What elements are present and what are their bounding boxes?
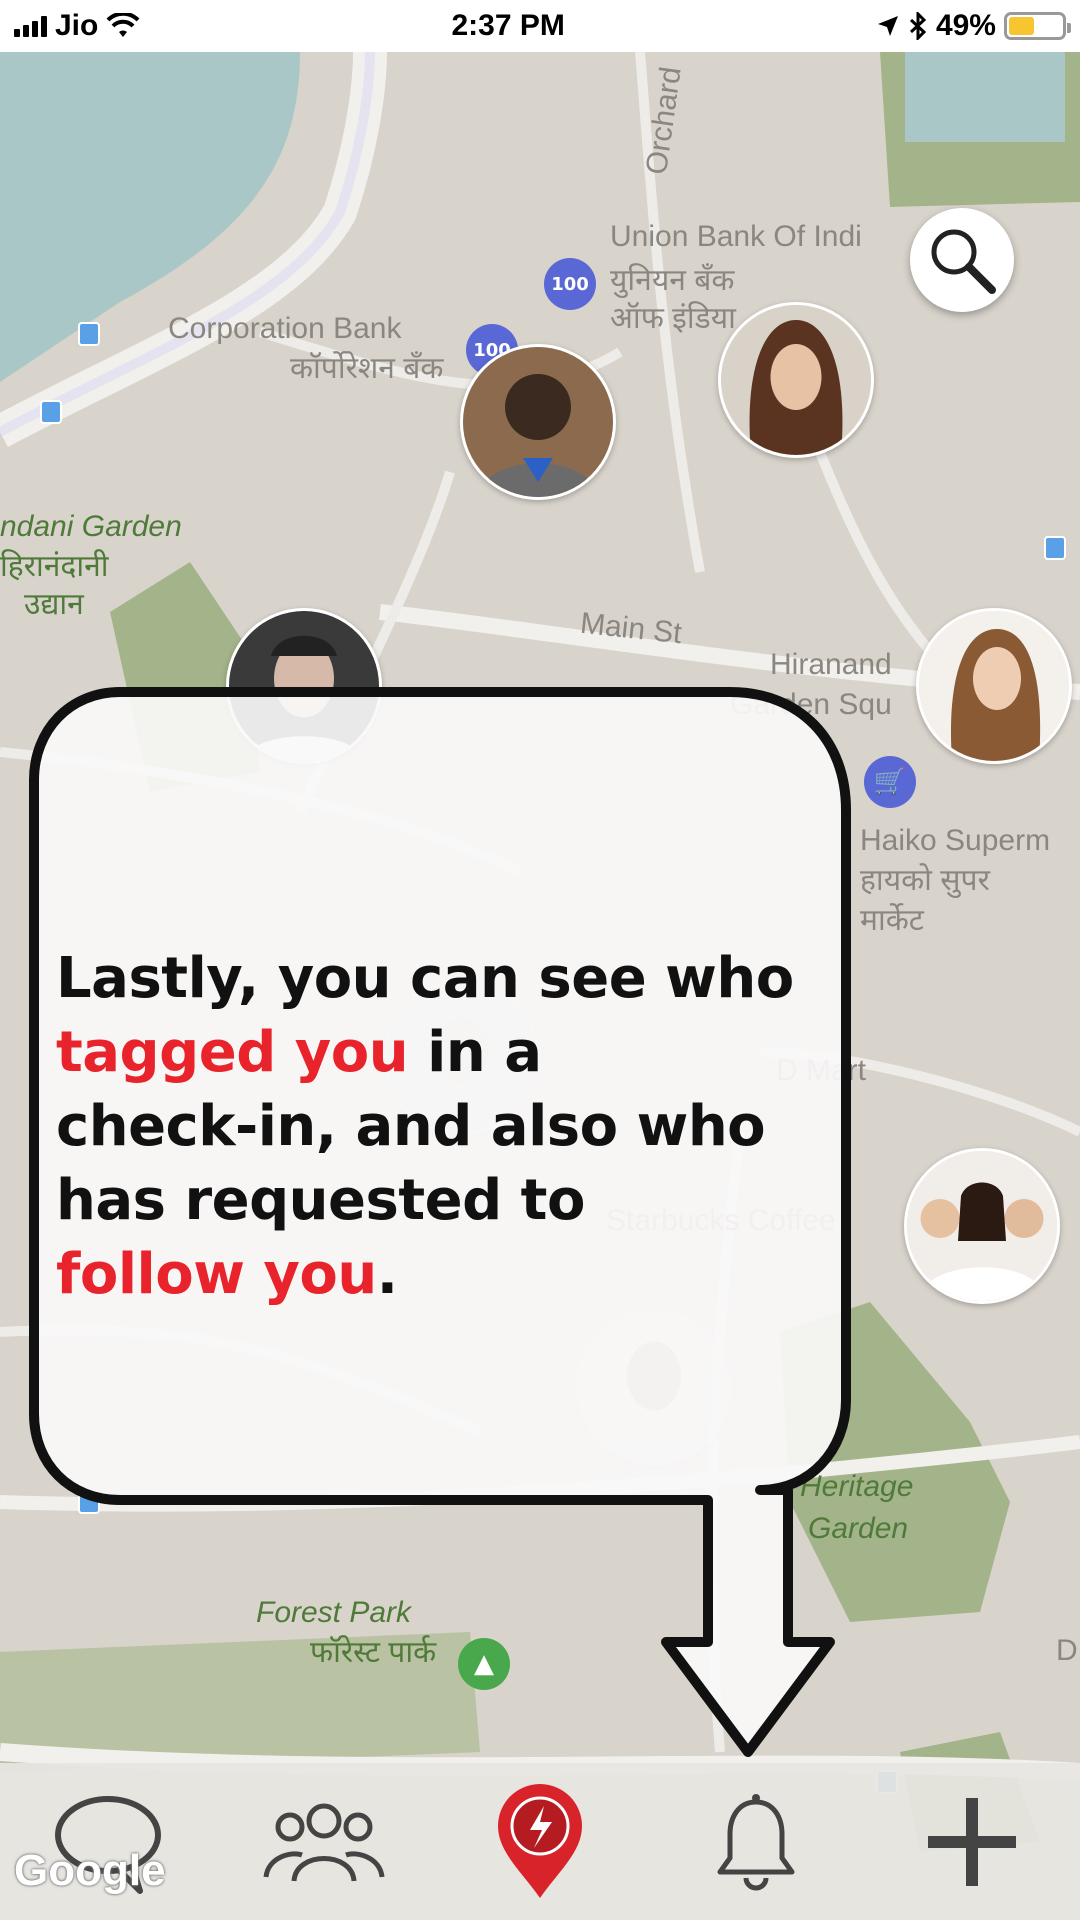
status-time: 2:37 PM <box>451 9 565 42</box>
map-label-union-bank: Union Bank Of Indi <box>610 220 862 253</box>
map-label-heritage: Heritage <box>800 1470 914 1503</box>
map-label-forest-park: Forest Park <box>256 1596 412 1629</box>
map-label-haiko-hi: हायको सुपर <box>860 864 990 897</box>
bus-stop-icon <box>78 322 100 346</box>
wifi-icon <box>106 13 140 37</box>
tutorial-line-3: check-in, and also who <box>56 1094 766 1159</box>
nav-notifications-button[interactable] <box>686 1772 826 1912</box>
map-label-garden: ndani Garden <box>0 510 182 543</box>
shopping-cart-poi-icon[interactable]: 🛒 <box>864 756 916 808</box>
add-icon <box>928 1797 1016 1886</box>
map-label-garden-hi: हिरानंदानी <box>0 550 109 583</box>
atm-poi-icon[interactable]: 100 <box>544 258 596 310</box>
location-arrow-icon <box>877 16 898 36</box>
signal-icon <box>14 15 47 37</box>
tutorial-period: . <box>376 1242 398 1307</box>
notifications-bell-icon <box>717 1793 795 1890</box>
map-label-edge-d: D <box>1056 1634 1078 1667</box>
friends-icon <box>263 1803 385 1882</box>
nav-add-button[interactable] <box>902 1772 1042 1912</box>
user-avatar-woman-1[interactable] <box>718 302 874 458</box>
bottom-nav <box>0 1763 1080 1920</box>
status-bar: Jio 2:37 PM 49% <box>0 0 1080 52</box>
battery-icon <box>1003 12 1071 40</box>
status-right: 49% <box>876 9 1071 43</box>
search-icon <box>931 229 996 294</box>
tutorial-line-4: has requested to <box>56 1168 585 1233</box>
map-label-corporation-bank: Corporation Bank <box>168 312 402 345</box>
status-left: Jio <box>14 9 140 43</box>
bus-stop-icon-3 <box>1044 536 1066 560</box>
tutorial-line-1: Lastly, you can see who <box>56 946 794 1011</box>
map-label-union-bank-hi: युनियन बँक <box>610 264 735 297</box>
map-label-hiranandani-2: Garden Squ <box>730 688 892 721</box>
map-label-garden-hi2: उद्यान <box>24 588 84 621</box>
user-avatar-man-1[interactable] <box>460 344 616 500</box>
checkin-pin-icon <box>498 1783 582 1898</box>
user-avatar-group[interactable] <box>904 1148 1060 1304</box>
tutorial-line-2-rest: in a <box>408 1020 542 1085</box>
map-label-hiranandani: Hiranand <box>770 648 892 681</box>
tagged-you-highlight: tagged you <box>56 1020 409 1085</box>
bus-stop-icon-4 <box>78 1490 100 1514</box>
tutorial-message: Lastly, you can see who tagged you in a … <box>56 942 856 1312</box>
battery-percent: 49% <box>935 9 996 42</box>
bus-stop-icon-2 <box>40 400 62 424</box>
google-logo: Google <box>14 1846 166 1895</box>
map-label-haiko-hi2: मार्केट <box>860 904 924 937</box>
bluetooth-icon <box>909 12 927 40</box>
map-label-heritage-2: Garden <box>808 1512 909 1545</box>
nav-checkin-button[interactable] <box>470 1772 610 1912</box>
map-label-corporation-bank-hi: कॉर्पोरेशन बँक <box>290 352 444 385</box>
map-label-union-bank-hi2: ऑफ इंडिया <box>610 302 736 335</box>
user-avatar-man-2[interactable] <box>226 608 382 764</box>
tree-poi-icon[interactable]: ▲ <box>458 1638 510 1690</box>
tutorial-line-5: follow you. <box>56 1238 856 1312</box>
tutorial-line-2: tagged you in a <box>56 1016 856 1090</box>
user-avatar-man-3[interactable] <box>576 1310 732 1466</box>
user-avatar-woman-2[interactable] <box>916 608 1072 764</box>
search-button[interactable] <box>910 208 1014 312</box>
follow-you-highlight: follow you <box>56 1242 377 1307</box>
map-label-haiko: Haiko Superm <box>860 824 1051 857</box>
carrier-name: Jio <box>55 9 99 42</box>
map-label-forest-park-hi: फॉरेस्ट पार्क <box>310 1636 437 1669</box>
nav-friends-button[interactable] <box>254 1772 394 1912</box>
